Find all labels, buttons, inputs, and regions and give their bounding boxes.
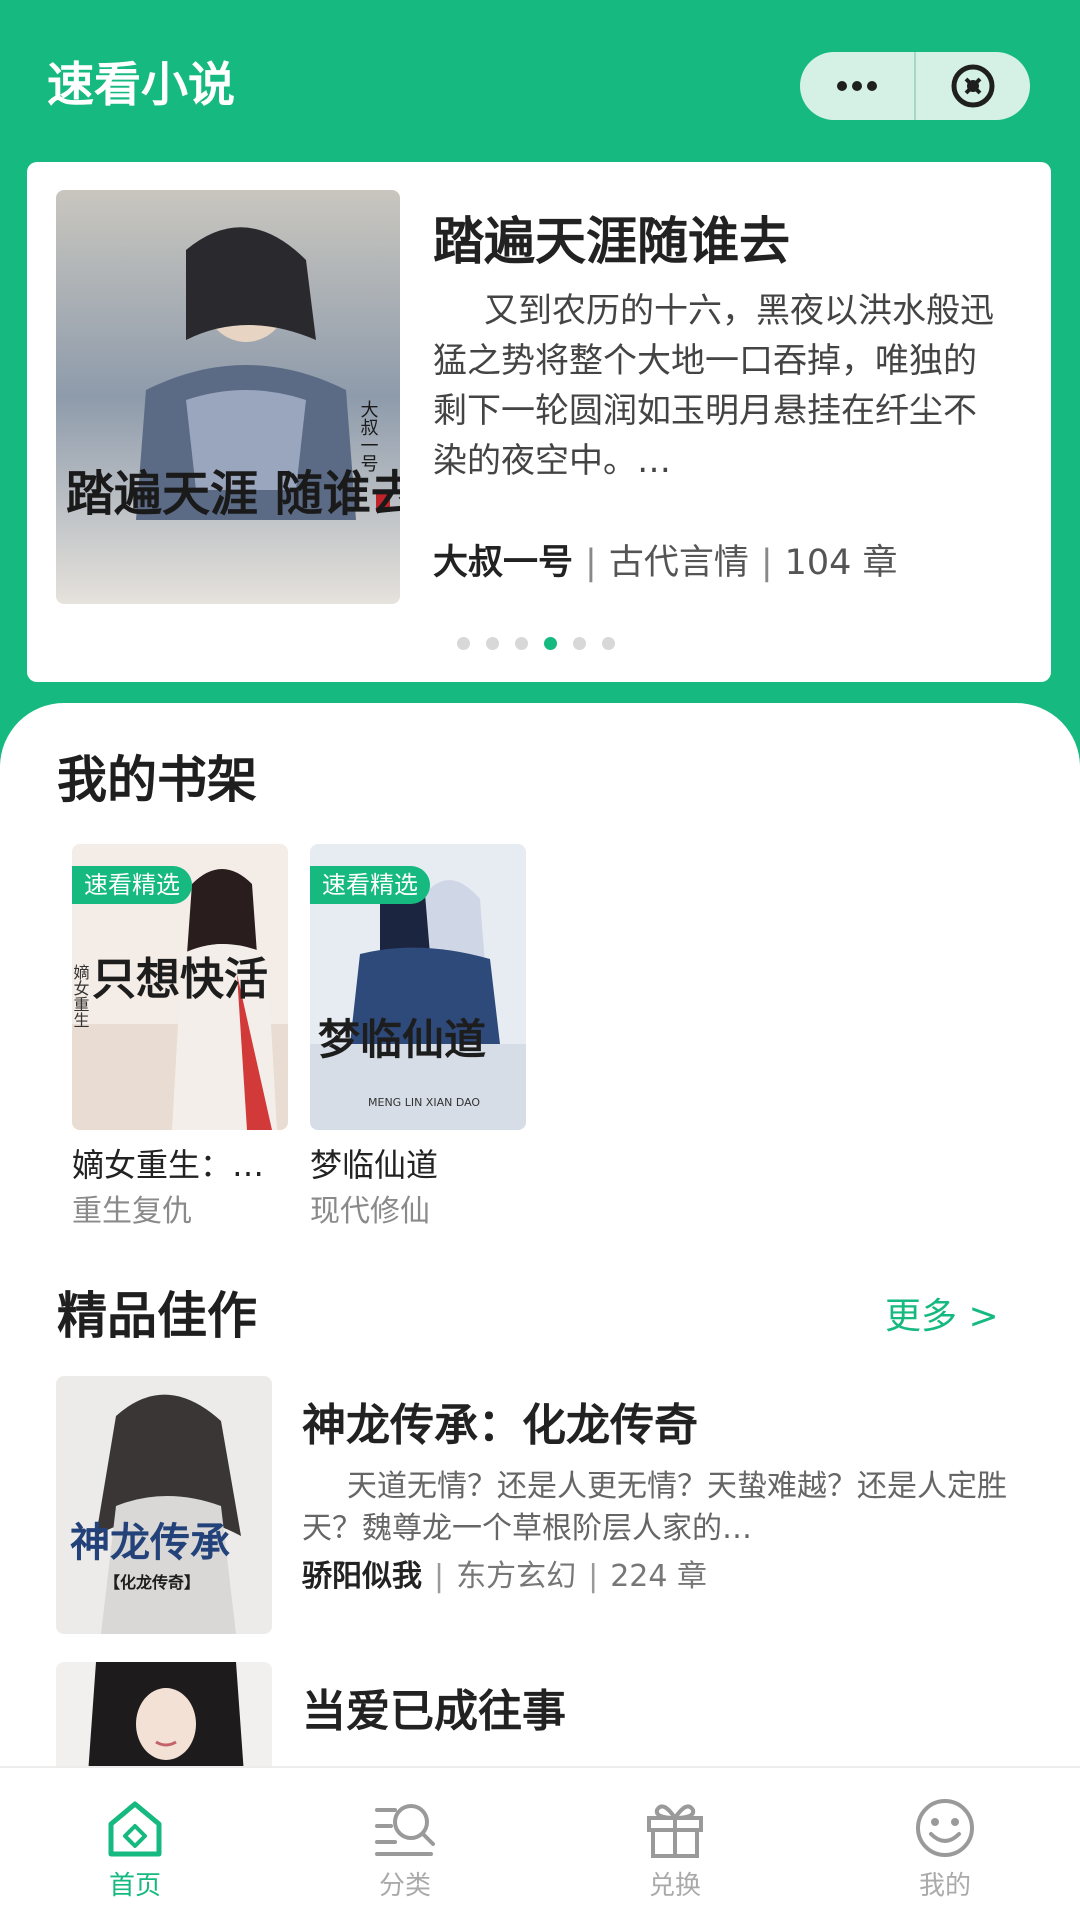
meta-separator: | [585,543,597,583]
book-cover[interactable]: 神龙传承 【化龙传奇】 [56,1376,272,1634]
book-author: 骄阳似我 [302,1559,422,1594]
app-title: 速看小说 [47,58,235,113]
shelf-book-cover[interactable]: 只想快活 嫡女重生 速看精选 [72,844,288,1130]
tab-label: 首页 [108,1871,161,1901]
banner-book-cover[interactable]: 踏遍天涯 随谁去 大叔一号 [56,190,400,604]
meta-separator: | [760,543,773,583]
shelf-cover-text: 梦临仙道 [318,1015,486,1064]
shelf-book-category: 现代修仙 [310,1194,430,1229]
book-title[interactable]: 当爱已成往事 [302,1682,566,1742]
carousel-dot[interactable] [602,637,615,650]
close-button[interactable] [916,52,1030,120]
carousel-dot[interactable] [544,637,557,650]
shelf-book-cover[interactable]: 梦临仙道 MENG LIN XIAN DAO 速看精选 [310,844,526,1130]
banner-cover-author: 大叔一号 [358,400,379,473]
ellipsis-icon [837,81,877,91]
banner-chapters: 104 章 [784,543,898,583]
meta-separator: | [434,1559,445,1594]
shelf-cover-text: 只想快活 [92,954,268,1005]
gift-icon [647,1804,703,1858]
tab-mine[interactable]: 我的 [810,1768,1080,1922]
tab-label: 兑换 [648,1871,701,1901]
book-cover-small-text: 【化龙传奇】 [104,1573,200,1592]
book-chapters: 224 章 [610,1559,708,1594]
banner-book-title[interactable]: 踏遍天涯随谁去 [433,210,790,276]
shelf-book-title[interactable]: 梦临仙道 [310,1142,526,1188]
smiley-icon [916,1799,974,1857]
shelf-item[interactable]: 梦临仙道 MENG LIN XIAN DAO 速看精选 梦临仙道 现代修仙 [310,844,526,1236]
banner-category: 古代言情 [608,543,749,583]
shelf-book-title[interactable]: 嫡女重生：… [72,1142,288,1188]
carousel-indicator[interactable] [457,637,615,651]
shelf-tag: 速看精选 [310,866,430,904]
book-description: 天道无情？还是人更无情？天蛰难越？还是人定胜天？魏尊龙一个草根阶层人家的… [302,1469,1007,1546]
book-list-item[interactable]: 当爱已成往事 [56,1662,1036,1766]
banner-author: 大叔一号 [433,543,574,583]
more-link[interactable]: 更多 > [885,1290,999,1344]
shelf-book-category: 重生复仇 [72,1194,192,1229]
banner-book-meta: 大叔一号 | 古代言情 | 104 章 [433,538,898,588]
close-circle-icon [951,64,995,108]
tab-bar: 首页 分类 兑换 我的 [0,1766,1080,1922]
shelf-section-title: 我的书架 [57,751,257,809]
carousel-dot[interactable] [573,637,586,650]
tab-exchange[interactable]: 兑换 [540,1768,810,1922]
carousel-dot[interactable] [515,637,528,650]
meta-separator: | [588,1559,599,1594]
tab-home[interactable]: 首页 [0,1768,270,1922]
shelf-cover-small-text: MENG LIN XIAN DAO [368,1096,480,1109]
shelf-tag: 速看精选 [72,866,192,904]
carousel-dot[interactable] [486,637,499,650]
more-button[interactable] [800,52,914,120]
tab-category[interactable]: 分类 [270,1768,540,1922]
book-category: 东方玄幻 [456,1559,577,1594]
book-list-item[interactable]: 神龙传承 【化龙传奇】 神龙传承：化龙传奇 天道无情？还是人更无情？天蛰难越？还… [56,1376,1036,1634]
banner-card[interactable]: 踏遍天涯 随谁去 大叔一号 踏遍天涯随谁去 又到农历的十六，黑夜以洪水般迅猛之势… [27,162,1051,682]
home-icon [108,1801,162,1857]
tab-label: 我的 [918,1871,971,1901]
book-cover-text: 神龙传承 [70,1519,230,1566]
banner-cover-text: 踏遍天涯 随谁去 [66,466,400,522]
book-meta: 骄阳似我 | 东方玄幻 | 224 章 [302,1556,707,1598]
banner-book-description: 又到农历的十六，黑夜以洪水般迅猛之势将整个大地一口吞掉，唯独的剩下一轮圆润如玉明… [433,291,994,481]
book-cover[interactable] [56,1662,272,1766]
book-title[interactable]: 神龙传承：化龙传奇 [302,1396,698,1456]
category-search-icon [375,1804,435,1856]
mini-program-capsule [800,52,1030,120]
carousel-dot[interactable] [457,637,470,650]
shelf-cover-small-text: 嫡女重生 [72,964,90,1028]
featured-section-title: 精品佳作 [57,1287,257,1345]
shelf-item[interactable]: 只想快活 嫡女重生 速看精选 嫡女重生：… 重生复仇 [72,844,288,1236]
tab-label: 分类 [378,1871,431,1901]
